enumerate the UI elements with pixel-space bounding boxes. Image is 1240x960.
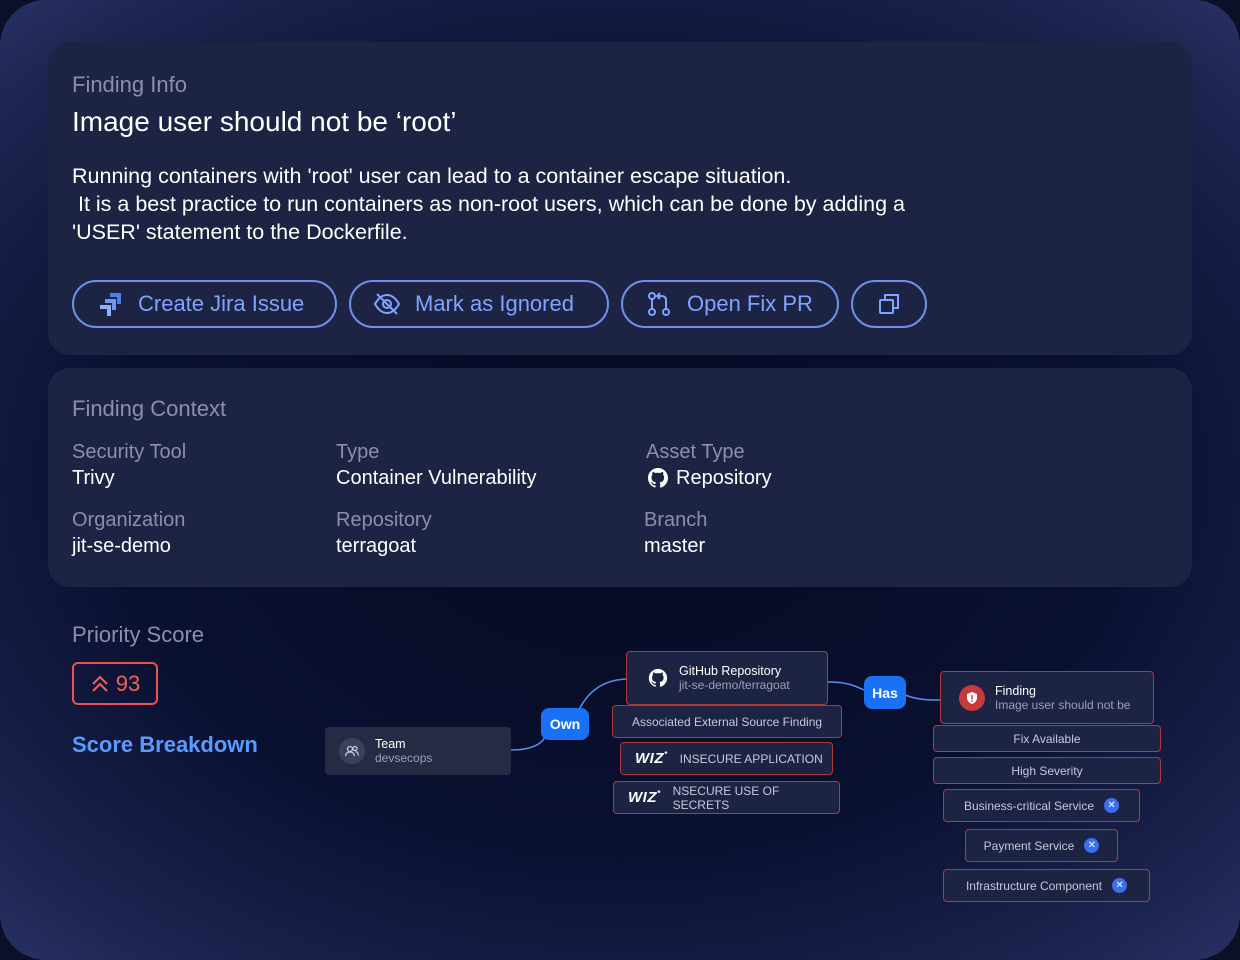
associated-finding-node[interactable]: Associated External Source Finding: [612, 705, 842, 738]
context-tag-label: Infrastructure Component: [965, 878, 1103, 893]
wiz-logo: WIZ*: [628, 789, 661, 806]
context-tag[interactable]: Business-critical Service ✕: [943, 789, 1140, 822]
wiz-finding-text: NSECURE USE OF SECRETS: [672, 783, 780, 812]
team-node-subtitle: devsecops: [375, 751, 433, 765]
remove-tag-icon[interactable]: ✕: [1084, 838, 1100, 853]
context-tag[interactable]: Infrastructure Component ✕: [943, 869, 1150, 902]
context-tag-label: Payment Service: [983, 838, 1075, 853]
own-relation-pill: Own: [541, 708, 589, 740]
wiz-finding-text: INSECURE APPLICATION: [679, 751, 823, 766]
team-node-title: Team: [375, 737, 406, 751]
context-tag[interactable]: Payment Service ✕: [965, 829, 1118, 862]
finding-node-title: Finding: [995, 683, 1036, 698]
shield-alert-icon: [959, 684, 985, 711]
wiz-finding-node[interactable]: WIZ* NSECURE USE OF SECRETS: [613, 781, 840, 814]
team-icon: [339, 738, 365, 764]
team-node[interactable]: Team devsecops: [325, 727, 511, 775]
remove-tag-icon[interactable]: ✕: [1104, 798, 1120, 813]
wiz-logo: WIZ*: [635, 750, 668, 767]
finding-tag: Fix Available: [933, 725, 1161, 752]
finding-tag: High Severity: [933, 757, 1161, 784]
finding-node[interactable]: Finding Image user should not be: [940, 671, 1154, 724]
wiz-finding-node[interactable]: WIZ* INSECURE APPLICATION: [620, 742, 833, 775]
repo-node-title: GitHub Repository: [679, 664, 782, 678]
finding-node-subtitle: Image user should not be: [995, 697, 1131, 712]
has-relation-pill: Has: [864, 676, 906, 709]
remove-tag-icon[interactable]: ✕: [1112, 878, 1128, 893]
github-repository-node[interactable]: GitHub Repository jit-se-demo/terragoat: [626, 651, 828, 705]
context-tag-label: Business-critical Service: [963, 798, 1095, 813]
repo-node-subtitle: jit-se-demo/terragoat: [679, 678, 790, 692]
app-frame: Finding Info Image user should not be ‘r…: [0, 0, 1240, 960]
github-icon: [648, 668, 668, 687]
